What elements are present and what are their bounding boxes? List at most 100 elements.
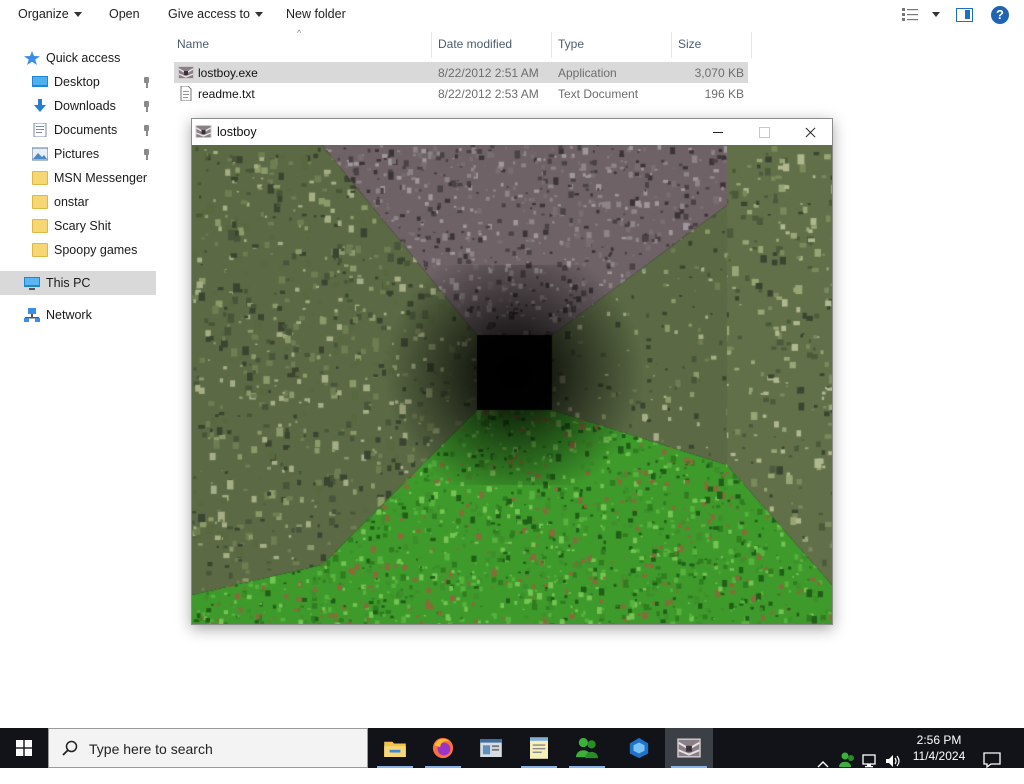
column-header-size[interactable]: Size xyxy=(678,37,701,51)
give-access-button[interactable]: Give access to xyxy=(168,7,263,21)
clock-time[interactable]: 2:56 PM xyxy=(912,733,966,747)
nav-label: Quick access xyxy=(46,51,121,65)
file-size: 196 KB xyxy=(704,87,744,101)
minimize-button[interactable] xyxy=(695,119,741,145)
taskbar: Type here to search 2:56 PM 11/4/2024 xyxy=(0,728,1024,769)
nav-label: Scary Shit xyxy=(54,219,111,233)
blue-app-icon xyxy=(629,737,649,759)
maximize-button[interactable] xyxy=(741,119,787,145)
clock-date[interactable]: 11/4/2024 xyxy=(912,749,966,763)
nav-item-this-pc[interactable]: This PC xyxy=(24,272,90,294)
file-date: 8/22/2012 2:53 AM xyxy=(438,87,539,101)
file-name: readme.txt xyxy=(198,87,255,101)
documents-icon xyxy=(33,123,47,137)
nav-item-scary-shit[interactable]: Scary Shit xyxy=(32,215,111,237)
column-header-name[interactable]: Name xyxy=(177,37,209,51)
search-icon xyxy=(62,740,78,756)
pin-icon xyxy=(142,77,151,89)
file-type: Text Document xyxy=(558,87,639,101)
windows-logo-icon xyxy=(16,740,32,756)
start-button[interactable] xyxy=(0,728,48,768)
lostboy-app-icon xyxy=(178,66,194,79)
sort-ascending-icon: ^ xyxy=(297,28,302,38)
nav-item-network[interactable]: Network xyxy=(24,304,92,326)
notifications-icon[interactable] xyxy=(983,740,1001,780)
game-viewport-corridor[interactable] xyxy=(192,145,832,624)
navigation-pane: Quick access Desktop Downloads Documents… xyxy=(0,30,165,728)
desktop-icon xyxy=(32,76,48,87)
folder-icon xyxy=(32,171,48,185)
nav-label: MSN Messenger xyxy=(54,171,148,185)
lostboy-game-window[interactable]: lostboy xyxy=(191,118,833,625)
folder-icon xyxy=(32,219,48,233)
nav-label: Network xyxy=(46,308,92,322)
file-list: ^ Name Date modified Type Size lostboy.e… xyxy=(170,28,760,120)
taskbar-app-window[interactable] xyxy=(467,728,515,768)
window-title: lostboy xyxy=(217,125,257,139)
lostboy-app-icon xyxy=(195,125,212,138)
give-access-label: Give access to xyxy=(168,7,250,21)
network-status-icon[interactable] xyxy=(862,741,880,781)
view-options-chevron-icon[interactable] xyxy=(932,12,940,17)
nav-label: Downloads xyxy=(54,99,116,113)
column-divider[interactable] xyxy=(431,32,432,58)
organize-label: Organize xyxy=(18,7,69,21)
details-view-icon[interactable] xyxy=(902,8,918,21)
file-explorer-icon xyxy=(384,741,406,757)
star-icon xyxy=(24,51,40,65)
network-icon xyxy=(24,308,40,322)
nav-label: Desktop xyxy=(54,75,100,89)
firefox-icon xyxy=(432,737,454,759)
nav-item-onstar[interactable]: onstar xyxy=(32,191,89,213)
nav-item-desktop[interactable]: Desktop xyxy=(32,71,100,93)
close-button[interactable] xyxy=(787,119,833,145)
taskbar-app-msn-messenger[interactable] xyxy=(563,728,611,768)
taskbar-search-box[interactable]: Type here to search xyxy=(48,728,368,768)
column-divider[interactable] xyxy=(551,32,552,58)
organize-button[interactable]: Organize xyxy=(18,7,82,21)
new-folder-button[interactable]: New folder xyxy=(286,7,346,21)
nav-item-documents[interactable]: Documents xyxy=(32,119,117,141)
taskbar-app-firefox[interactable] xyxy=(419,728,467,768)
file-date: 8/22/2012 2:51 AM xyxy=(438,66,539,80)
text-file-icon xyxy=(180,86,192,101)
file-size: 3,070 KB xyxy=(694,66,744,80)
window-titlebar[interactable]: lostboy xyxy=(192,119,832,145)
nav-label: This PC xyxy=(46,276,91,290)
msn-tray-icon[interactable] xyxy=(838,740,856,780)
taskbar-app-file-explorer[interactable] xyxy=(371,728,419,768)
volume-icon[interactable] xyxy=(885,741,903,781)
column-header-date[interactable]: Date modified xyxy=(438,37,512,51)
taskbar-app-blue[interactable] xyxy=(615,728,663,768)
nav-label: Spoopy games xyxy=(54,243,138,257)
pictures-icon xyxy=(32,147,48,161)
pin-icon xyxy=(142,101,151,113)
nav-item-spoopy-games[interactable]: Spoopy games xyxy=(32,239,137,261)
nav-item-pictures[interactable]: Pictures xyxy=(32,143,99,165)
file-row-lostboy-exe[interactable]: lostboy.exe 8/22/2012 2:51 AM Applicatio… xyxy=(174,62,748,83)
chevron-down-icon xyxy=(73,12,82,18)
column-divider[interactable] xyxy=(671,32,672,58)
open-button[interactable]: Open xyxy=(109,7,140,21)
nav-item-downloads[interactable]: Downloads xyxy=(32,95,116,117)
nav-label: Pictures xyxy=(54,147,100,161)
taskbar-app-notepad[interactable] xyxy=(515,728,563,768)
taskbar-app-lostboy[interactable] xyxy=(665,728,713,768)
download-arrow-icon xyxy=(34,99,46,112)
column-divider[interactable] xyxy=(751,32,752,58)
help-icon[interactable]: ? xyxy=(991,6,1009,24)
app-window-icon xyxy=(480,739,502,757)
computer-icon xyxy=(24,277,40,290)
column-header-type[interactable]: Type xyxy=(558,37,584,51)
show-hidden-icons-chevron-icon[interactable] xyxy=(817,744,829,784)
nav-item-msn-messenger[interactable]: MSN Messenger xyxy=(32,167,147,189)
preview-pane-icon[interactable] xyxy=(956,8,973,22)
notepad-icon xyxy=(530,737,548,759)
file-type: Application xyxy=(558,66,617,80)
search-placeholder: Type here to search xyxy=(89,741,213,757)
file-name: lostboy.exe xyxy=(198,66,258,80)
nav-item-quick-access[interactable]: Quick access xyxy=(24,47,120,69)
file-row-readme-txt[interactable]: readme.txt 8/22/2012 2:53 AM Text Docume… xyxy=(174,83,748,104)
nav-label: onstar xyxy=(54,195,89,209)
nav-label: Documents xyxy=(54,123,118,137)
